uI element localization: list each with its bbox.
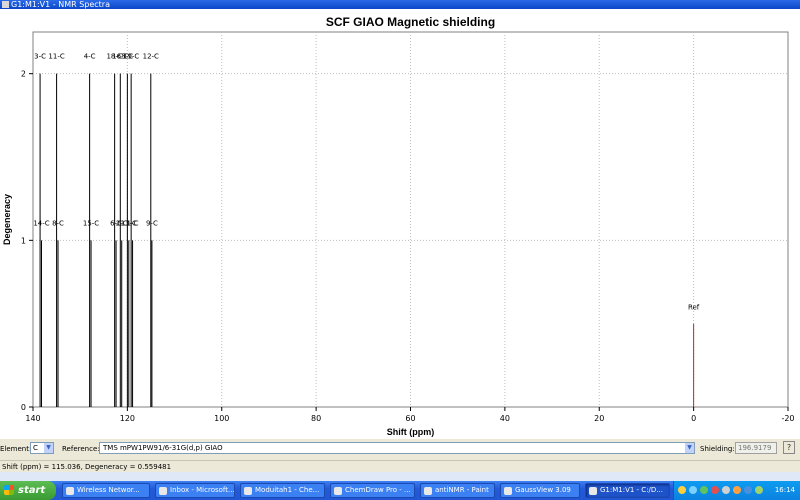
taskbar-button-label: ChemDraw Pro - ... bbox=[345, 486, 411, 494]
taskbar-button[interactable]: G1:M1:V1 - C:/D... bbox=[585, 483, 670, 498]
update-tray-icon[interactable] bbox=[733, 486, 741, 494]
wifi-tray-icon[interactable] bbox=[744, 486, 752, 494]
x-tick-label: 120 bbox=[120, 414, 135, 423]
taskbar-button[interactable]: Wireless Networ... bbox=[62, 483, 150, 498]
battery-tray-icon[interactable] bbox=[755, 486, 763, 494]
taskbar: start Wireless Networ... Inbox - Microsof… bbox=[0, 481, 800, 500]
x-tick-label: 80 bbox=[311, 414, 321, 423]
x-tick-label: 140 bbox=[25, 414, 40, 423]
clock: 16:14 bbox=[774, 486, 795, 494]
status-bar: Shift (ppm) = 115.036, Degeneracy = 0.55… bbox=[0, 460, 800, 472]
window-title: G1:M1:V1 - NMR Spectra bbox=[11, 0, 110, 9]
taskbar-button-label: Inbox - Microsoft... bbox=[170, 486, 235, 494]
app-icon bbox=[504, 487, 512, 495]
windows-logo-icon bbox=[4, 485, 14, 495]
reference-select[interactable]: TMS mPW1PW91/6-31G(d,p) GIAO ▼ bbox=[99, 442, 695, 454]
app-icon bbox=[334, 487, 342, 495]
app-icon bbox=[244, 487, 252, 495]
peak-label: 9-C bbox=[146, 219, 158, 227]
app-icon bbox=[2, 1, 9, 8]
system-tray: 16:14 bbox=[673, 481, 800, 500]
peak-label: Ref bbox=[688, 304, 700, 312]
element-select[interactable]: C ▼ bbox=[30, 442, 54, 454]
taskbar-button[interactable]: Inbox - Microsoft... bbox=[155, 483, 235, 498]
x-tick-label: 20 bbox=[594, 414, 604, 423]
y-tick-label: 1 bbox=[21, 236, 26, 245]
x-tick-label: 40 bbox=[500, 414, 510, 423]
peak-label: 12-C bbox=[143, 53, 159, 61]
peak-label: 3-C bbox=[34, 53, 46, 61]
chevron-down-icon[interactable]: ▼ bbox=[685, 443, 694, 453]
antivirus-tray-icon[interactable] bbox=[711, 486, 719, 494]
app-icon bbox=[66, 487, 74, 495]
taskbar-button[interactable]: GaussView 3.09 bbox=[500, 483, 580, 498]
taskbar-button[interactable]: Moduitah1 - Che... bbox=[240, 483, 325, 498]
nmr-spectrum-chart[interactable]: SCF GIAO Magnetic shielding140 120 100 80 60… bbox=[0, 9, 800, 439]
element-label: Element: bbox=[0, 445, 32, 453]
network-tray-icon[interactable] bbox=[689, 486, 697, 494]
shielding-label: Shielding: bbox=[700, 445, 735, 453]
peak-label: 4-C bbox=[84, 53, 96, 61]
peak-label: 1-C bbox=[127, 219, 139, 227]
taskbar-button-label: Moduitah1 - Che... bbox=[255, 486, 320, 494]
help-button[interactable]: ? bbox=[783, 441, 795, 454]
reference-value: TMS mPW1PW91/6-31G(d,p) GIAO bbox=[103, 444, 223, 452]
volume-tray-icon[interactable] bbox=[722, 486, 730, 494]
help-tray-icon[interactable] bbox=[678, 486, 686, 494]
shielding-field[interactable]: 196.9179 bbox=[735, 442, 777, 454]
status-text: Shift (ppm) = 115.036, Degeneracy = 0.55… bbox=[2, 463, 172, 471]
security-tray-icon[interactable] bbox=[700, 486, 708, 494]
start-button[interactable]: start bbox=[0, 481, 56, 500]
app-icon bbox=[589, 487, 597, 495]
taskbar-button-label: Wireless Networ... bbox=[77, 486, 140, 494]
x-tick-label: -20 bbox=[781, 414, 794, 423]
taskbar-button-label: antiNMR - Paint bbox=[435, 486, 489, 494]
app-icon bbox=[159, 487, 167, 495]
peak-label: 11-C bbox=[48, 53, 64, 61]
y-axis-label: Degeneracy bbox=[2, 194, 12, 245]
background-window-strip bbox=[0, 472, 800, 481]
taskbar-button[interactable]: antiNMR - Paint bbox=[420, 483, 495, 498]
controls-bar: Element: C ▼ Reference: TMS mPW1PW91/6-3… bbox=[0, 439, 800, 460]
chevron-down-icon[interactable]: ▼ bbox=[44, 443, 53, 453]
peak-label: 15-C bbox=[83, 219, 99, 227]
window-titlebar[interactable]: G1:M1:V1 - NMR Spectra bbox=[0, 0, 800, 9]
x-axis-label: Shift (ppm) bbox=[387, 427, 435, 437]
x-tick-label: 100 bbox=[214, 414, 229, 423]
taskbar-button[interactable]: ChemDraw Pro - ... bbox=[330, 483, 415, 498]
nmr-plot-area[interactable]: SCF GIAO Magnetic shielding 140 120 100 80 60… bbox=[0, 9, 800, 439]
reference-label: Reference: bbox=[62, 445, 100, 453]
y-tick-label: 2 bbox=[21, 70, 26, 79]
taskbar-button-label: GaussView 3.09 bbox=[515, 486, 571, 494]
app-icon bbox=[424, 487, 432, 495]
peak-label: 19-C bbox=[123, 53, 139, 61]
y-tick-label: 0 bbox=[21, 403, 26, 412]
start-label: start bbox=[18, 485, 46, 496]
chart-title: SCF GIAO Magnetic shielding bbox=[326, 15, 495, 29]
x-tick-label: 60 bbox=[405, 414, 415, 423]
element-value: C bbox=[33, 444, 38, 452]
x-tick-label: 0 bbox=[691, 414, 696, 423]
peak-label: 14-C bbox=[33, 219, 49, 227]
taskbar-button-label: G1:M1:V1 - C:/D... bbox=[600, 486, 663, 494]
peak-label: 8-C bbox=[52, 219, 64, 227]
